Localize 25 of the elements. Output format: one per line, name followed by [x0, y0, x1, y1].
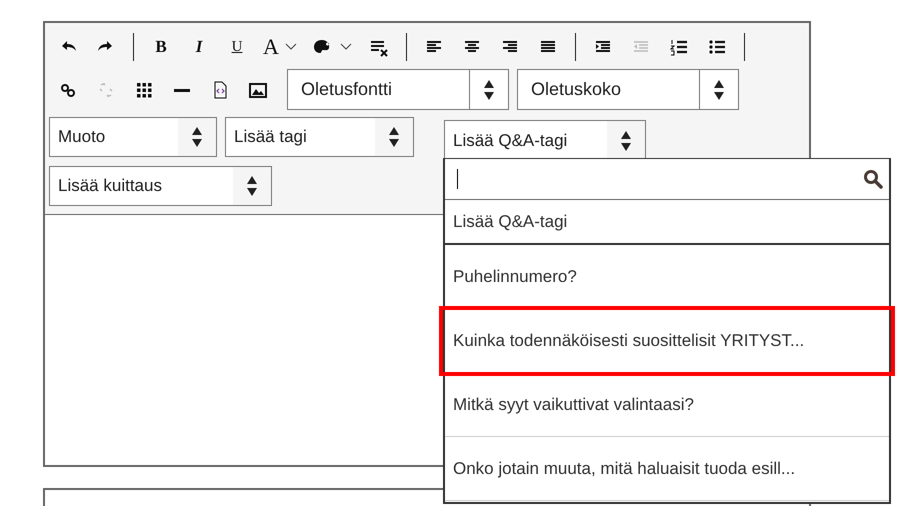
dropdown-option[interactable]: Onko jotain muuta, mitä haluaisit tuoda esill...	[445, 437, 889, 501]
dropdown-option[interactable]: Puhelinnumero?	[445, 245, 889, 309]
format-select[interactable]: Muoto	[49, 116, 217, 156]
up-down-arrows-icon[interactable]	[483, 78, 495, 102]
qa-tag-select[interactable]: Lisää Q&A-tagi	[444, 120, 646, 161]
bold-button[interactable]: B	[142, 31, 180, 63]
italic-button[interactable]: I	[180, 31, 218, 63]
up-down-arrows-icon[interactable]	[191, 124, 203, 148]
dropdown-option[interactable]: Lisää Q&A-tagi	[445, 200, 889, 245]
text-color-button[interactable]: A	[256, 31, 304, 63]
size-select[interactable]: Oletuskoko	[517, 69, 739, 110]
tag-select[interactable]: Lisää tagi	[225, 116, 414, 156]
caret-icon[interactable]	[284, 43, 297, 51]
dropdown-option[interactable]: Mitkä syyt vaikuttivat valintaasi?	[445, 373, 889, 437]
up-down-arrows-icon[interactable]	[388, 124, 400, 148]
up-down-arrows-icon[interactable]	[620, 129, 632, 153]
up-down-arrows-icon[interactable]	[246, 174, 258, 198]
underline-button[interactable]: U	[218, 31, 256, 63]
dropdown-option[interactable]: Kuinka todennäköisesti suosittelisit YRITYST...	[442, 309, 892, 373]
up-down-arrows-icon[interactable]	[713, 78, 725, 102]
caret-icon[interactable]	[340, 43, 352, 51]
acknowledgement-select[interactable]: Lisää kuittaus	[49, 166, 272, 206]
font-select[interactable]: Oletusfontti	[287, 69, 509, 110]
search-icon	[863, 169, 883, 189]
numbered-list-icon[interactable]	[669, 37, 689, 57]
